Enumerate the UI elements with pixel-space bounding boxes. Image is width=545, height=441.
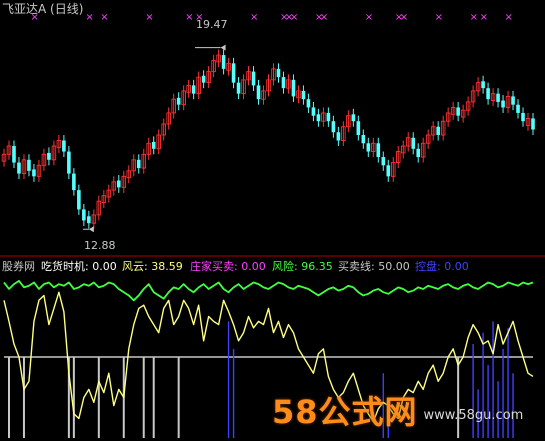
candle-body: [531, 118, 535, 130]
signal-marker: ×: [470, 12, 478, 23]
candle-body: [336, 132, 341, 141]
candle-body: [486, 88, 490, 100]
candle-body: [516, 104, 520, 113]
candle-body: [221, 55, 226, 69]
candle-body: [381, 157, 386, 166]
chart-stage: × × × × × × × × × × × × × × × × × × × 飞亚达A (日线) 19.47 12.8…: [0, 0, 545, 441]
legend-zhuangjia: 庄家买卖: 0.00: [190, 259, 266, 273]
legend-fengyun: 风云: 38.59: [122, 260, 183, 273]
candle-body: [191, 85, 196, 94]
candle-body: [331, 121, 336, 133]
signal-marker: ×: [100, 12, 108, 23]
candle-body: [316, 114, 321, 122]
watermark-url: www.58gu.com: [423, 407, 524, 423]
chart-svg: × × × × × × × ××× ×× × ×× × × × × 飞亚达A (日线) 19.47 12.8…: [0, 2, 545, 438]
signal-marker: ×: [145, 12, 153, 23]
signal-marker: ×: [250, 12, 258, 23]
candle-body: [301, 90, 306, 100]
signal-marker: ×: [320, 12, 328, 23]
candle-body: [351, 114, 356, 122]
candle-body: [521, 112, 525, 122]
candle-body: [32, 169, 36, 177]
signal-marker: ×: [435, 12, 443, 23]
candle-body: [231, 63, 236, 83]
candle-body: [511, 96, 515, 105]
candle-body: [276, 68, 281, 78]
signal-marker: ×: [85, 12, 93, 23]
low-price-label: 12.88: [84, 239, 116, 252]
legend-maimai: 买卖线: 50.00: [338, 259, 410, 273]
candle-body: [27, 159, 31, 171]
candle-body: [87, 216, 91, 224]
candle-body: [17, 162, 21, 174]
candle-body: [496, 93, 500, 102]
signal-marker: ×: [400, 12, 408, 23]
candle-body: [366, 143, 371, 152]
candle-body: [501, 100, 505, 108]
candle-body: [411, 137, 416, 149]
signal-marker: ×: [365, 12, 373, 23]
high-price-label: 19.47: [196, 18, 228, 31]
legend-fengxian: 风险: 96.35: [272, 259, 333, 273]
candle-body: [77, 190, 81, 210]
low-arrow-head: [88, 226, 94, 233]
candle-body: [251, 71, 256, 86]
candle-body: [456, 107, 460, 116]
watermark-logo: 58公式网: [272, 393, 418, 431]
price-panel: × × × × × × × ××× ×× × ×× × × × ×: [1, 12, 535, 233]
indicator-name: 股券网: [2, 259, 35, 273]
signal-marker: ×: [290, 12, 298, 23]
chart-title: 飞亚达A (日线): [2, 2, 83, 16]
candle-body: [281, 77, 286, 89]
candle-body: [67, 151, 71, 174]
indicator-legend: 股券网 吃货时机: 0.00 风云: 38.59 庄家买卖: 0.00 风险: …: [2, 259, 469, 273]
candle-body: [361, 135, 366, 144]
candle-body: [47, 152, 51, 160]
legend-kongpan: 控盘: 0.00: [415, 259, 469, 273]
candle-body: [82, 209, 86, 221]
candle-body: [62, 140, 66, 152]
series-fengxian: [3, 279, 534, 302]
candle-body: [306, 99, 311, 108]
candle-body: [376, 143, 381, 158]
candle-body: [386, 165, 391, 177]
candle-body: [291, 79, 296, 97]
candle-body: [481, 81, 485, 89]
candle-body: [416, 148, 421, 158]
candle-body: [256, 85, 261, 100]
candle-body: [326, 112, 331, 122]
signal-marker: ×: [185, 12, 193, 23]
candle-body: [151, 141, 156, 149]
candle-body: [116, 180, 121, 188]
candle-body: [436, 126, 440, 135]
candle-body: [136, 159, 141, 169]
candle-body: [12, 146, 16, 163]
candle-body: [311, 107, 316, 116]
candle-body: [176, 97, 181, 105]
candle-body: [356, 121, 361, 135]
candle-body: [201, 75, 206, 83]
candle-body: [236, 82, 241, 94]
signal-marker: ×: [505, 12, 513, 23]
candle-body: [72, 173, 76, 191]
watermark: 58公式网 www.58gu.com: [272, 384, 540, 436]
signal-marker: ×: [480, 12, 488, 23]
legend-chihuo: 吃货时机: 0.00: [41, 259, 117, 273]
